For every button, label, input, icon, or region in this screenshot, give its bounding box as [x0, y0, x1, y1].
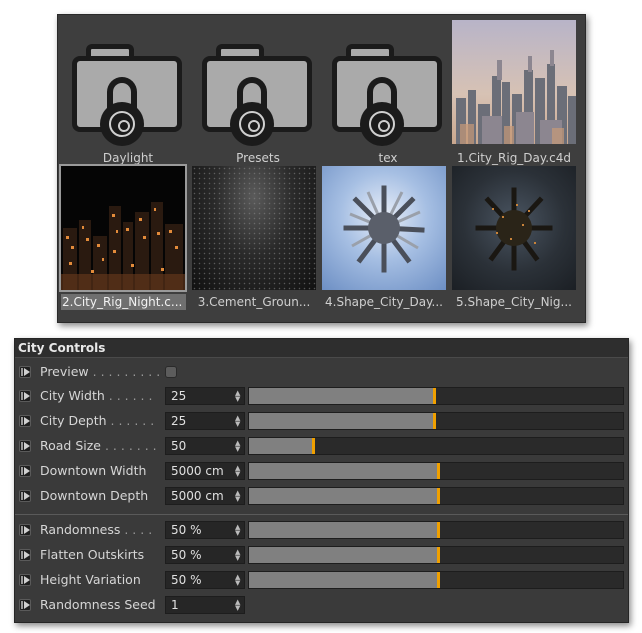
preview-checkbox[interactable] [165, 366, 177, 378]
slider-handle[interactable] [433, 413, 436, 429]
keyframe-icon[interactable] [19, 599, 31, 611]
randomness-input[interactable]: 50 % ▲ ▼ [165, 521, 245, 539]
lock-icon [230, 102, 274, 146]
spinner-arrows-icon[interactable]: ▲ ▼ [235, 524, 241, 537]
param-label: Randomness . . . . [40, 522, 153, 537]
city-night-thumbnail [59, 164, 187, 292]
lock-icon [100, 102, 144, 146]
keyframe-icon[interactable] [19, 390, 31, 402]
randomness-seed-input[interactable]: 1 ▲ ▼ [165, 596, 245, 614]
slider-handle[interactable] [437, 572, 440, 588]
folder-thumbnail [326, 22, 450, 146]
keyframe-icon[interactable] [19, 440, 31, 452]
param-row-downtown-depth: Downtown Depth 5000 cm ▲ ▼ [15, 485, 628, 507]
city-depth-slider[interactable] [248, 412, 624, 430]
param-row-city-width: City Width . . . . . . 25 ▲ ▼ [15, 385, 628, 407]
spinner-arrows-icon[interactable]: ▲ ▼ [235, 415, 241, 428]
slider-handle[interactable] [437, 547, 440, 563]
city-day-thumbnail [452, 20, 576, 144]
param-label: Preview . . . . . . . . . [40, 364, 161, 379]
spinner-arrows-icon[interactable]: ▲ ▼ [235, 465, 241, 478]
cement-texture-thumbnail [192, 166, 316, 290]
item-label: tex [378, 151, 398, 165]
param-label: Downtown Depth [40, 488, 149, 503]
param-row-road-size: Road Size . . . . . . . 50 ▲ ▼ [15, 435, 628, 457]
keyframe-icon[interactable] [19, 415, 31, 427]
slider-handle[interactable] [437, 522, 440, 538]
param-label: Road Size . . . . . . . [40, 438, 157, 453]
city-width-slider[interactable] [248, 387, 624, 405]
lock-icon [360, 102, 404, 146]
downtown-depth-slider[interactable] [248, 487, 624, 505]
keyframe-icon[interactable] [19, 465, 31, 477]
param-label: Flatten Outskirts [40, 547, 145, 562]
slider-handle[interactable] [433, 388, 436, 404]
param-label: Downtown Width [40, 463, 147, 478]
road-size-slider[interactable] [248, 437, 624, 455]
param-row-preview: Preview . . . . . . . . . [15, 361, 628, 383]
item-label: 1.City_Rig_Day.c4d [457, 151, 571, 165]
param-label: City Depth . . . . . . [40, 413, 155, 428]
item-label: 2.City_Rig_Night.c... [61, 294, 186, 310]
item-label: 3.Cement_Groun... [197, 295, 311, 309]
planet-day-thumbnail [322, 166, 446, 290]
spinner-arrows-icon[interactable]: ▲ ▼ [235, 390, 241, 403]
randomness-slider[interactable] [248, 521, 624, 539]
content-browser: Daylight Presets tex 1.City_Rig_Day.c4d … [57, 14, 586, 323]
keyframe-icon[interactable] [19, 490, 31, 502]
param-row-randomness: Randomness . . . . 50 % ▲ ▼ [15, 519, 628, 541]
spinner-arrows-icon[interactable]: ▲ ▼ [235, 549, 241, 562]
downtown-depth-input[interactable]: 5000 cm ▲ ▼ [165, 487, 245, 505]
city-width-input[interactable]: 25 ▲ ▼ [165, 387, 245, 405]
panel-title: City Controls [15, 339, 628, 358]
downtown-width-input[interactable]: 5000 cm ▲ ▼ [165, 462, 245, 480]
slider-handle[interactable] [437, 488, 440, 504]
spinner-arrows-icon[interactable]: ▲ ▼ [235, 574, 241, 587]
spinner-arrows-icon[interactable]: ▲ ▼ [235, 490, 241, 503]
keyframe-icon[interactable] [19, 366, 31, 378]
param-row-downtown-width: Downtown Width 5000 cm ▲ ▼ [15, 460, 628, 482]
slider-handle[interactable] [437, 463, 440, 479]
height-variation-input[interactable]: 50 % ▲ ▼ [165, 571, 245, 589]
param-label: Height Variation [40, 572, 141, 587]
keyframe-icon[interactable] [19, 549, 31, 561]
downtown-width-slider[interactable] [248, 462, 624, 480]
spinner-arrows-icon[interactable]: ▲ ▼ [235, 599, 241, 612]
flatten-outskirts-slider[interactable] [248, 546, 624, 564]
param-row-flatten-outskirts: Flatten Outskirts 50 % ▲ ▼ [15, 544, 628, 566]
keyframe-icon[interactable] [19, 574, 31, 586]
item-label: 5.Shape_City_Nig... [456, 295, 572, 309]
keyframe-icon[interactable] [19, 524, 31, 536]
param-row-randomness-seed: Randomness Seed 1 ▲ ▼ [15, 594, 628, 616]
city-depth-input[interactable]: 25 ▲ ▼ [165, 412, 245, 430]
height-variation-slider[interactable] [248, 571, 624, 589]
param-row-height-variation: Height Variation 50 % ▲ ▼ [15, 569, 628, 591]
param-row-city-depth: City Depth . . . . . . 25 ▲ ▼ [15, 410, 628, 432]
spinner-arrows-icon[interactable]: ▲ ▼ [235, 440, 241, 453]
flatten-outskirts-input[interactable]: 50 % ▲ ▼ [165, 546, 245, 564]
planet-night-thumbnail [452, 166, 576, 290]
group-separator [15, 514, 628, 515]
folder-thumbnail [66, 22, 190, 146]
road-size-input[interactable]: 50 ▲ ▼ [165, 437, 245, 455]
folder-thumbnail [196, 22, 320, 146]
city-controls-panel: City Controls Preview . . . . . . . . . … [14, 338, 629, 623]
slider-handle[interactable] [312, 438, 315, 454]
param-label: Randomness Seed [40, 597, 156, 612]
item-label: Presets [236, 151, 280, 165]
item-label: 4.Shape_City_Day... [325, 295, 443, 309]
param-label: City Width . . . . . . [40, 388, 153, 403]
item-label: Daylight [102, 151, 154, 165]
